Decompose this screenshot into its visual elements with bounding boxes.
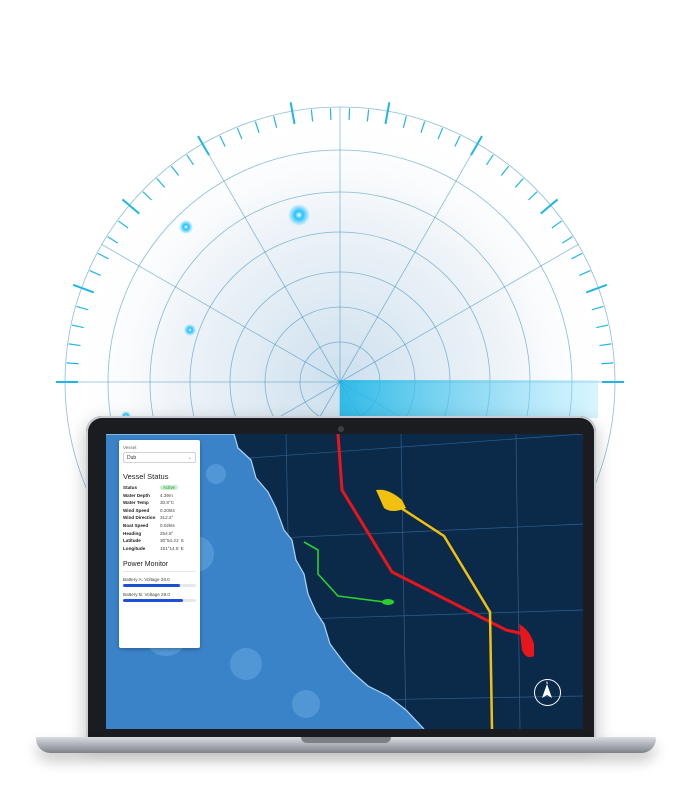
- status-value: 30.8°C: [160, 500, 175, 506]
- status-value: 4.39m: [160, 492, 173, 498]
- boat-green-icon[interactable]: [382, 599, 394, 605]
- vessel-panel: Vessel: Dub ⌄ Vessel Status Status Active…: [119, 440, 200, 648]
- vessel-label: Vessel:: [123, 445, 138, 450]
- status-key: Water Depth: [123, 492, 150, 498]
- compass-arrow-icon: N: [542, 681, 552, 698]
- battery-b: Battery B: Voltage 29.0: [123, 592, 196, 602]
- status-key: Longitude: [123, 545, 146, 551]
- status-value: 254.8°: [160, 530, 174, 536]
- laptop-notch: [301, 737, 391, 743]
- battery-b-label: Battery B: Voltage 29.0: [123, 591, 170, 597]
- status-key: Water Temp: [123, 500, 149, 506]
- status-key: Heading: [123, 530, 142, 536]
- status-value: 0.20kts: [160, 507, 175, 513]
- status-value: Active: [160, 485, 196, 490]
- battery-b-bar: [123, 598, 196, 602]
- battery-a-label: Battery A: Voltage 28.0: [123, 576, 170, 582]
- vessel-status-table: Status Active Water Depth 4.39m Water Temp 30…: [123, 485, 196, 551]
- status-key: Wind Speed: [123, 507, 150, 513]
- status-value: 312.2°: [160, 515, 174, 521]
- compass-button[interactable]: N: [534, 679, 561, 706]
- vessel-status-title: Vessel Status: [123, 472, 169, 481]
- vessel-select-value: Dub: [127, 454, 137, 461]
- radar-blip: [179, 220, 193, 234]
- compass-north-label: N: [546, 681, 549, 685]
- radar-sweep: [340, 380, 598, 418]
- status-key: Status: [123, 485, 138, 490]
- vessel-select[interactable]: Dub ⌄: [123, 452, 196, 463]
- status-key: Boat Speed: [123, 522, 149, 528]
- chevron-down-icon: ⌄: [187, 454, 192, 461]
- status-value: 0.02kts: [160, 522, 175, 528]
- status-value: 30°54.21' S: [160, 538, 184, 544]
- laptop-base: [36, 737, 656, 753]
- status-badge: Active: [160, 485, 178, 490]
- radar-blip: [184, 324, 196, 336]
- battery-a: Battery A: Voltage 28.0: [123, 577, 196, 587]
- battery-a-bar: [123, 583, 196, 587]
- battery-a-fill: [123, 583, 180, 587]
- radar-blip: [288, 204, 310, 226]
- power-monitor-title: Power Monitor: [123, 561, 196, 572]
- status-key: Wind Direction: [123, 515, 156, 521]
- laptop-screen: Vessel: Dub ⌄ Vessel Status Status Active…: [106, 434, 583, 729]
- status-key: Latitude: [123, 538, 141, 544]
- status-value: 151°14.5' E: [160, 545, 184, 551]
- battery-b-fill: [123, 598, 183, 602]
- camera-icon: [338, 426, 344, 432]
